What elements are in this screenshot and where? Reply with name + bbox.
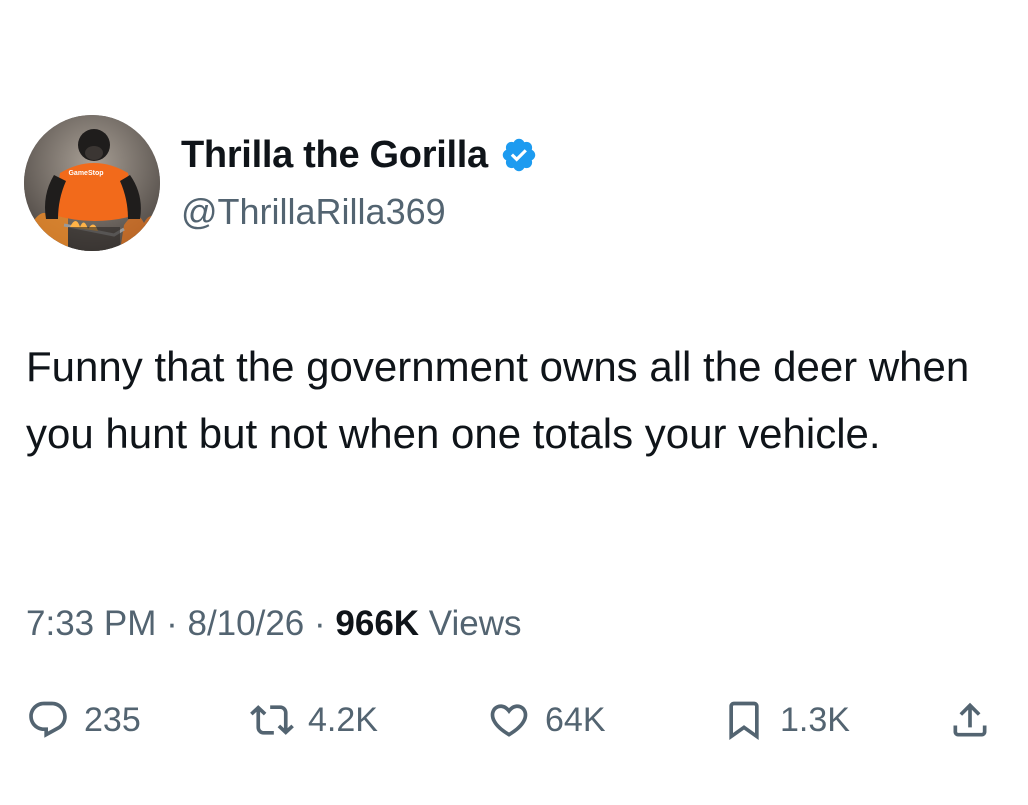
avatar-shirt-text: GameStop: [68, 170, 103, 177]
views-label: Views: [428, 604, 522, 643]
action-bar: 235 4.2K 64K 1.3K: [0, 690, 1028, 750]
bookmark-button[interactable]: 1.3K: [722, 690, 850, 750]
reply-button[interactable]: 235: [26, 690, 141, 750]
retweet-button[interactable]: 4.2K: [250, 690, 378, 750]
reply-icon: [29, 701, 67, 738]
share-icon: [953, 702, 987, 737]
author-name-row: Thrilla the Gorilla: [181, 131, 538, 179]
views-count[interactable]: 966K: [335, 604, 419, 643]
retweet-icon: [250, 705, 294, 735]
bookmark-icon: [729, 701, 759, 741]
bookmark-count: 1.3K: [780, 701, 850, 739]
like-icon: [490, 704, 528, 737]
share-button[interactable]: [948, 690, 992, 750]
like-count: 64K: [545, 701, 606, 739]
author-handle[interactable]: @ThrillaRilla369: [181, 190, 446, 234]
avatar[interactable]: GameStop: [24, 115, 160, 251]
reply-count: 235: [84, 701, 141, 739]
display-name[interactable]: Thrilla the Gorilla: [181, 131, 488, 179]
tweet-text: Funny that the government owns all the d…: [26, 343, 970, 457]
meta-separator: ·: [314, 604, 326, 643]
retweet-count: 4.2K: [308, 701, 378, 739]
avatar-image: GameStop: [24, 115, 160, 251]
tweet-date[interactable]: 8/10/26: [187, 604, 304, 643]
tweet-time[interactable]: 7:33 PM: [26, 604, 156, 643]
verified-badge-icon: [502, 138, 536, 172]
meta-separator: ·: [166, 604, 178, 643]
like-button[interactable]: 64K: [487, 690, 606, 750]
tweet-meta: 7:33 PM · 8/10/26 · 966K Views: [26, 602, 522, 646]
